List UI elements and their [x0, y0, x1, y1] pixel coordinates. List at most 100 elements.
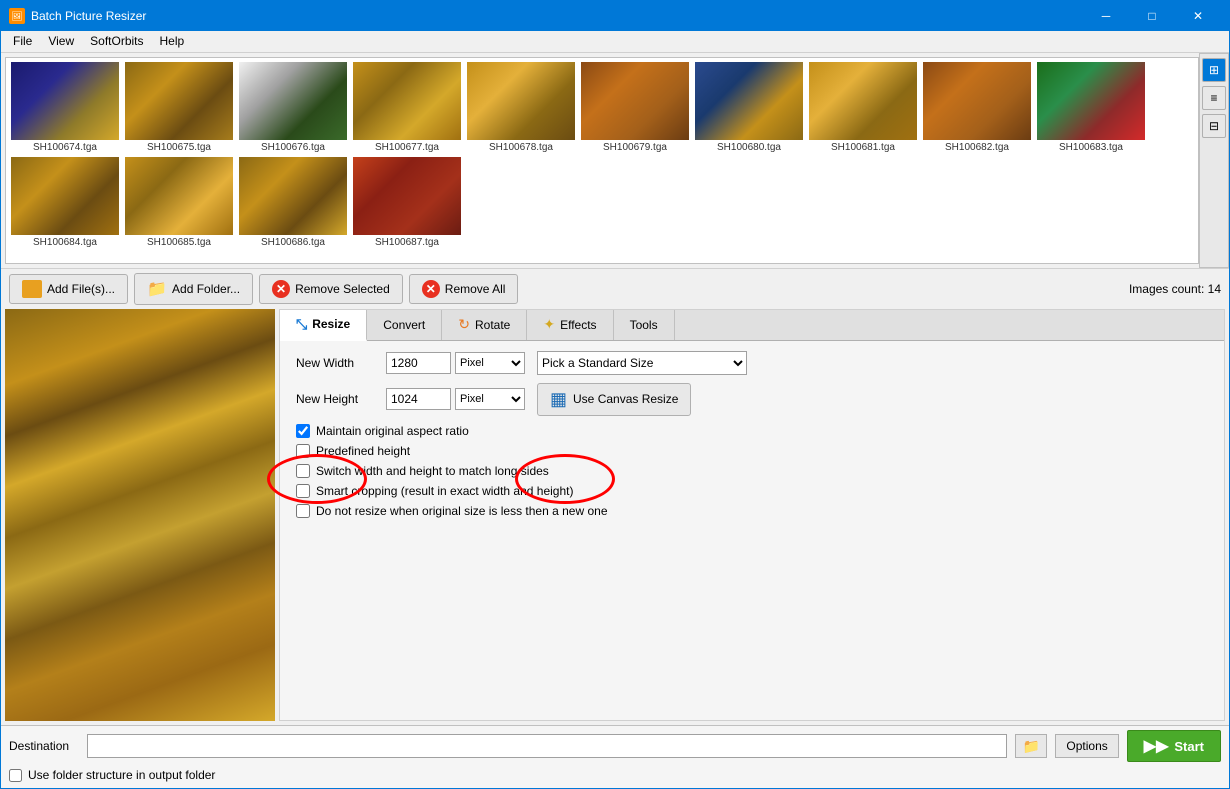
- preview-panel: [5, 309, 275, 721]
- list-item[interactable]: SH100683.tga: [1036, 62, 1146, 153]
- width-input[interactable]: [386, 352, 451, 374]
- smart-crop-checkbox[interactable]: [296, 484, 310, 498]
- add-files-label: Add File(s)...: [47, 282, 115, 296]
- destination-label: Destination: [9, 739, 79, 753]
- tab-resize-label: Resize: [312, 317, 350, 331]
- tab-convert[interactable]: Convert: [367, 310, 442, 340]
- tab-rotate-label: Rotate: [475, 318, 510, 332]
- remove-all-label: Remove All: [445, 282, 506, 296]
- menu-file[interactable]: File: [5, 32, 40, 50]
- list-item[interactable]: SH100681.tga: [808, 62, 918, 153]
- predefined-height-checkbox[interactable]: [296, 444, 310, 458]
- filename-label: SH100686.tga: [261, 237, 325, 248]
- add-files-icon: [22, 280, 42, 298]
- height-row: New Height Pixel % cm inch ▦: [296, 383, 1208, 416]
- thumbnail-view-button[interactable]: ⊞: [1202, 58, 1226, 82]
- tab-rotate[interactable]: ↻ Rotate: [442, 310, 527, 340]
- detail-view-button[interactable]: ⊟: [1202, 114, 1226, 138]
- list-item[interactable]: SH100674.tga: [10, 62, 120, 153]
- height-unit-select[interactable]: Pixel % cm inch: [455, 388, 525, 410]
- view-sidebar: ⊞ ≡ ⊟: [1199, 53, 1229, 268]
- predefined-height-label: Predefined height: [316, 444, 410, 458]
- no-resize-label: Do not resize when original size is less…: [316, 504, 608, 518]
- canvas-resize-label: Use Canvas Resize: [573, 392, 678, 406]
- filename-label: SH100678.tga: [489, 142, 553, 153]
- height-input[interactable]: [386, 388, 451, 410]
- filename-label: SH100681.tga: [831, 142, 895, 153]
- remove-all-button[interactable]: ✕ Remove All: [409, 274, 519, 304]
- switch-dimensions-label: Switch width and height to match long si…: [316, 464, 549, 478]
- image-gallery: SH100674.tga SH100675.tga SH100676.tga S…: [5, 57, 1199, 264]
- options-button[interactable]: Options: [1055, 734, 1118, 758]
- destination-input[interactable]: [87, 734, 1007, 758]
- preview-image: [5, 309, 275, 721]
- start-label: Start: [1174, 739, 1204, 754]
- no-resize-checkbox[interactable]: [296, 504, 310, 518]
- close-button[interactable]: ✕: [1175, 1, 1221, 31]
- tab-bar: ⤡ Resize Convert ↻ Rotate ✦ Effects: [280, 310, 1224, 341]
- tab-effects-label: Effects: [560, 318, 596, 332]
- filename-label: SH100687.tga: [375, 237, 439, 248]
- filename-label: SH100676.tga: [261, 142, 325, 153]
- list-item[interactable]: SH100677.tga: [352, 62, 462, 153]
- list-item[interactable]: SH100686.tga: [238, 157, 348, 248]
- list-item[interactable]: SH100687.tga: [352, 157, 462, 248]
- filename-label: SH100685.tga: [147, 237, 211, 248]
- checkbox-no-resize: Do not resize when original size is less…: [296, 504, 1208, 518]
- width-label: New Width: [296, 356, 386, 370]
- list-item[interactable]: SH100685.tga: [124, 157, 234, 248]
- menu-softorbits[interactable]: SoftOrbits: [82, 32, 151, 50]
- maintain-aspect-checkbox[interactable]: [296, 424, 310, 438]
- checkbox-switch-dimensions: Switch width and height to match long si…: [296, 464, 1208, 478]
- list-item[interactable]: SH100684.tga: [10, 157, 120, 248]
- filename-label: SH100679.tga: [603, 142, 667, 153]
- use-folder-structure-checkbox[interactable]: [9, 769, 22, 782]
- menu-view[interactable]: View: [40, 32, 82, 50]
- add-files-button[interactable]: Add File(s)...: [9, 274, 128, 304]
- checkbox-predefined-height: Predefined height: [296, 444, 1208, 458]
- add-folder-label: Add Folder...: [172, 282, 240, 296]
- filename-label: SH100675.tga: [147, 142, 211, 153]
- tab-effects[interactable]: ✦ Effects: [527, 310, 613, 340]
- images-count: Images count: 14: [1129, 282, 1221, 296]
- main-toolbar: Add File(s)... 📁 Add Folder... ✕ Remove …: [1, 268, 1229, 309]
- list-item[interactable]: SH100679.tga: [580, 62, 690, 153]
- list-item[interactable]: SH100676.tga: [238, 62, 348, 153]
- list-item[interactable]: SH100678.tga: [466, 62, 576, 153]
- switch-dimensions-checkbox[interactable]: [296, 464, 310, 478]
- add-folder-button[interactable]: 📁 Add Folder...: [134, 273, 253, 305]
- resize-tab-content: New Width Pixel % cm inch Pick a Standar…: [280, 341, 1224, 720]
- app-title: Batch Picture Resizer: [31, 9, 146, 23]
- list-item[interactable]: SH100675.tga: [124, 62, 234, 153]
- bottom-section: Destination 📁 Options ▶▶ Start Use folde…: [1, 725, 1229, 788]
- filename-label: SH100674.tga: [33, 142, 97, 153]
- canvas-resize-button[interactable]: ▦ Use Canvas Resize: [537, 383, 691, 416]
- use-folder-structure-row: Use folder structure in output folder: [9, 768, 1221, 782]
- start-icon: ▶▶: [1144, 736, 1169, 756]
- browse-folder-button[interactable]: 📁: [1015, 734, 1047, 758]
- standard-size-select[interactable]: Pick a Standard Size 640 × 480 800 × 600…: [537, 351, 747, 375]
- checkbox-maintain-aspect: Maintain original aspect ratio: [296, 424, 1208, 438]
- start-button[interactable]: ▶▶ Start: [1127, 730, 1221, 762]
- resize-icon: ⤡: [296, 316, 307, 333]
- tab-tools[interactable]: Tools: [614, 310, 675, 340]
- maintain-aspect-label: Maintain original aspect ratio: [316, 424, 469, 438]
- filename-label: SH100683.tga: [1059, 142, 1123, 153]
- maximize-button[interactable]: □: [1129, 1, 1175, 31]
- rotate-icon: ↻: [458, 316, 470, 333]
- menu-help[interactable]: Help: [152, 32, 193, 50]
- menu-bar: File View SoftOrbits Help: [1, 31, 1229, 53]
- app-window: 🖼 Batch Picture Resizer ─ □ ✕ File View …: [0, 0, 1230, 789]
- checkbox-smart-crop: Smart cropping (result in exact width an…: [296, 484, 1208, 498]
- remove-selected-label: Remove Selected: [295, 282, 390, 296]
- width-unit-select[interactable]: Pixel % cm inch: [455, 352, 525, 374]
- tab-resize[interactable]: ⤡ Resize: [280, 310, 367, 341]
- filename-label: SH100682.tga: [945, 142, 1009, 153]
- tab-tools-label: Tools: [630, 318, 658, 332]
- list-item[interactable]: SH100680.tga: [694, 62, 804, 153]
- minimize-button[interactable]: ─: [1083, 1, 1129, 31]
- list-item[interactable]: SH100682.tga: [922, 62, 1032, 153]
- canvas-resize-icon: ▦: [550, 389, 567, 410]
- list-view-button[interactable]: ≡: [1202, 86, 1226, 110]
- remove-selected-button[interactable]: ✕ Remove Selected: [259, 274, 403, 304]
